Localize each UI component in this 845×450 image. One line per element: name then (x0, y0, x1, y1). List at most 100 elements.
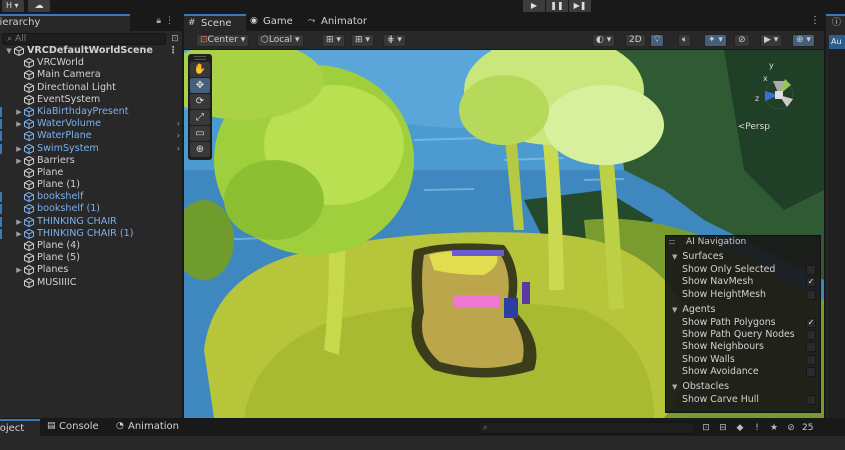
overlay-grip[interactable] (669, 240, 675, 244)
checkbox-checked[interactable]: ✓ (806, 317, 816, 328)
hierarchy-item[interactable]: Plane (4) (0, 240, 183, 252)
account-menu-button[interactable]: H ▾ (2, 0, 24, 12)
checkbox[interactable] (806, 330, 816, 341)
hierarchy-item[interactable]: MUSIIIIC (0, 277, 183, 289)
checkbox[interactable] (806, 265, 816, 275)
transform-tool-button[interactable]: ⊕ (190, 142, 210, 157)
tab-inspector[interactable]: ⓘ (826, 14, 845, 31)
hierarchy-item[interactable]: EventSystem (0, 94, 183, 106)
tab-project[interactable]: Project (0, 419, 40, 436)
warning-icon[interactable]: ! (751, 423, 763, 433)
rotate-tool-button[interactable]: ⟳ (190, 94, 210, 109)
search-options-icon[interactable]: ⊡ (169, 33, 181, 45)
checkbox-checked[interactable]: ✓ (806, 277, 816, 288)
hierarchy-item[interactable]: ▶ Planes (0, 264, 183, 276)
hierarchy-item[interactable]: WaterPlane › (0, 130, 183, 142)
scene-row[interactable]: ▼ VRCDefaultWorldScene ⋮ (0, 45, 183, 57)
cloud-icon[interactable]: ☁ (28, 0, 50, 12)
collapse-arrow-icon[interactable]: ▶ (14, 155, 24, 167)
hierarchy-item[interactable]: Plane (0, 167, 183, 179)
persp-label[interactable]: <Persp (738, 122, 770, 132)
ai-section-label: Agents (682, 303, 716, 315)
lock-icon[interactable]: 🔒︎ (156, 16, 165, 26)
filter-icon[interactable]: ⊟ (717, 423, 729, 433)
scene-viewport[interactable]: y x z ✋ ✥ ⟳ ⤢ ▭ ⊕ <Persp AI Navigation ▼… (184, 50, 824, 418)
hierarchy-item[interactable]: VRCWorld (0, 57, 183, 69)
pause-button[interactable]: ❚❚ (546, 0, 568, 12)
collapse-arrow-icon[interactable]: ▶ (14, 118, 24, 130)
tab-scene[interactable]: # Scene (184, 14, 246, 31)
tab-game[interactable]: ◉ Game (246, 14, 304, 31)
collapse-arrow-icon[interactable]: ▶ (14, 264, 24, 276)
more-icon[interactable]: ⋮ (165, 16, 178, 26)
project-search-input[interactable]: ⌕ (478, 421, 695, 434)
draw-mode-dropdown[interactable]: ◐ ▾ (592, 34, 616, 47)
hierarchy-item[interactable]: Main Camera (0, 69, 183, 81)
snap-increment-button[interactable]: ⊞ ▾ (351, 34, 374, 47)
hierarchy-tree: ▼ VRCDefaultWorldScene ⋮ VRCWorld Main Camer… (0, 45, 183, 289)
rect-tool-button[interactable]: ▭ (190, 126, 210, 141)
tab-animator[interactable]: ⤳ Animator (304, 14, 378, 31)
checkbox[interactable] (806, 367, 816, 378)
hierarchy-item[interactable]: ▶ THINKING CHAIR (0, 216, 183, 228)
hand-tool-button[interactable]: ✋ (190, 62, 210, 77)
scale-tool-button[interactable]: ⤢ (190, 110, 210, 125)
hierarchy-item[interactable]: ▶ Barriers (0, 155, 183, 167)
hierarchy-item[interactable]: ▶ WaterVolume › (0, 118, 183, 130)
camera-settings-dropdown[interactable]: ▶ ▾ (760, 34, 783, 47)
ai-section-surfaces[interactable]: ▼ Surfaces (666, 250, 820, 264)
overlay-grip[interactable] (194, 56, 206, 60)
hierarchy-item[interactable]: ▶ THINKING CHAIR (1) (0, 228, 183, 240)
inspector-auto-button[interactable]: Au (829, 35, 845, 49)
lighting-toggle-button[interactable]: 💡︎ (650, 34, 665, 47)
play-button[interactable]: ▶ (523, 0, 545, 12)
open-prefab-icon[interactable]: › (177, 143, 180, 155)
checkbox[interactable] (806, 354, 816, 365)
tab-console[interactable]: ▤ Console (44, 419, 106, 436)
gizmos-dropdown[interactable]: ⊕ ▾ (792, 34, 815, 47)
checkbox[interactable] (806, 395, 816, 406)
move-tool-button[interactable]: ✥ (190, 78, 210, 93)
checkbox[interactable] (806, 289, 816, 300)
effects-dropdown[interactable]: ✦ ▾ (704, 34, 727, 47)
hierarchy-item[interactable]: Plane (1) (0, 179, 183, 191)
scene-menu-icon[interactable]: ⋮ (168, 45, 178, 57)
hierarchy-search-input[interactable]: ⌕ All (2, 32, 166, 45)
search-by-type-icon[interactable]: ⊡ (700, 423, 712, 433)
hierarchy-item[interactable]: bookshelf (1) (0, 203, 183, 215)
audio-toggle-button[interactable]: 🔈︎ (678, 34, 692, 47)
toggle-2d-button[interactable]: 2D (625, 34, 646, 47)
pivot-space-dropdown[interactable]: ⬡Local ▾ (257, 34, 304, 47)
collapse-arrow-icon[interactable]: ▶ (14, 106, 24, 118)
open-prefab-icon[interactable]: › (177, 118, 180, 130)
grid-snapping-button[interactable]: ⊞ ▾ (322, 34, 345, 47)
checkbox[interactable] (806, 342, 816, 353)
hierarchy-item[interactable]: Plane (5) (0, 252, 183, 264)
tab-hierarchy[interactable]: Hierarchy (0, 14, 130, 31)
scene-more-icon[interactable]: ⋮ (810, 15, 820, 26)
expand-arrow-icon[interactable]: ▼ (4, 45, 14, 57)
label-icon[interactable]: ◆ (734, 423, 746, 433)
collapse-arrow-icon[interactable]: ▶ (14, 216, 24, 228)
grid-visibility-button[interactable]: ⋕ ▾ (383, 34, 406, 47)
tab-animation[interactable]: ◔ Animation (113, 419, 183, 436)
collapse-arrow-icon[interactable]: ▶ (14, 143, 24, 155)
hierarchy-item[interactable]: bookshelf (0, 191, 183, 203)
grid-visibility-icon: ⋕ (387, 35, 395, 45)
gameobject-cube-icon (24, 180, 34, 191)
favorite-star-icon[interactable]: ★ (768, 423, 780, 433)
pivot-icon: ⊡ (200, 35, 208, 45)
pivot-mode-dropdown[interactable]: ⊡Center ▾ (196, 34, 250, 47)
hierarchy-item[interactable]: Directional Light (0, 82, 183, 94)
hidden-packages-icon[interactable]: ⊘ (785, 423, 797, 433)
main-toolbar: H ▾ ☁ ▶ ❚❚ ▶❚ (0, 0, 845, 13)
ai-option: Show Path Polygons ✓ (666, 317, 820, 329)
open-prefab-icon[interactable]: › (177, 130, 180, 142)
step-button[interactable]: ▶❚ (569, 0, 591, 12)
hierarchy-item[interactable]: ▶ SwimSystem › (0, 143, 183, 155)
hierarchy-item[interactable]: ▶ KiaBirthdayPresent (0, 106, 183, 118)
scene-visibility-button[interactable]: ⊘ (734, 34, 750, 47)
collapse-arrow-icon[interactable]: ▶ (14, 228, 24, 240)
ai-section-agents[interactable]: ▼ Agents (666, 303, 820, 317)
ai-section-obstacles[interactable]: ▼ Obstacles (666, 380, 820, 394)
